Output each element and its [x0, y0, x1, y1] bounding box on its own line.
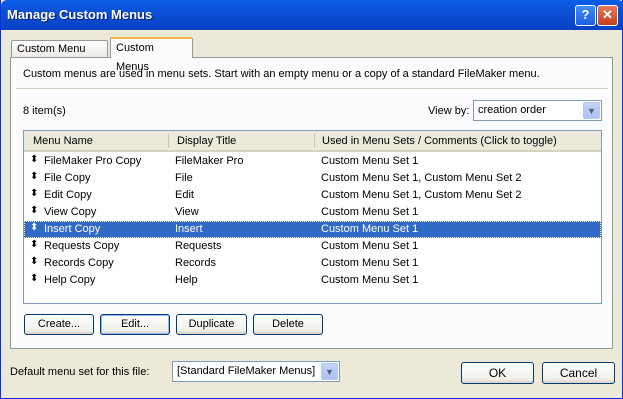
- edit-button[interactable]: Edit...: [100, 314, 170, 335]
- used-in-cell[interactable]: Custom Menu Set 1: [321, 223, 418, 235]
- used-in-cell[interactable]: Custom Menu Set 1: [321, 206, 418, 218]
- column-header-display-title[interactable]: Display Title: [177, 135, 236, 147]
- column-divider[interactable]: [168, 134, 169, 148]
- description-text: Custom menus are used in menu sets. Star…: [23, 68, 540, 80]
- display-title-cell: Records: [175, 257, 216, 269]
- table-row[interactable]: ⬍ Records Copy Records Custom Menu Set 1: [24, 255, 601, 272]
- view-by-value: creation order: [478, 104, 546, 116]
- display-title-cell: Requests: [175, 240, 222, 252]
- menu-name-cell: Records Copy: [44, 257, 114, 269]
- tab-custom-menu-sets[interactable]: Custom Menu Sets: [11, 40, 108, 72]
- drag-handle-icon[interactable]: ⬍: [30, 256, 38, 267]
- display-title-cell: File: [175, 172, 193, 184]
- divider: [16, 88, 608, 89]
- column-divider[interactable]: [314, 134, 315, 148]
- title-bar[interactable]: Manage Custom Menus ? ✕: [1, 0, 623, 30]
- drag-handle-icon[interactable]: ⬍: [30, 171, 38, 182]
- close-button[interactable]: ✕: [597, 5, 618, 26]
- drag-handle-icon[interactable]: ⬍: [30, 222, 38, 233]
- used-in-cell[interactable]: Custom Menu Set 1: [321, 155, 418, 167]
- table-row[interactable]: ⬍ FileMaker Pro Copy FileMaker Pro Custom M…: [24, 153, 601, 170]
- view-by-label: View by:: [428, 105, 470, 117]
- menu-name-cell: View Copy: [44, 206, 97, 218]
- used-in-cell[interactable]: Custom Menu Set 1: [321, 274, 418, 286]
- used-in-cell[interactable]: Custom Menu Set 1, Custom Menu Set 2: [321, 172, 522, 184]
- create-button[interactable]: Create...: [24, 314, 94, 335]
- list-header: Menu Name Display Title Used in Menu Set…: [24, 131, 601, 152]
- item-count: 8 item(s): [23, 105, 66, 117]
- display-title-cell: Help: [175, 274, 198, 286]
- menu-list[interactable]: Menu Name Display Title Used in Menu Set…: [23, 130, 602, 304]
- table-row[interactable]: ⬍ Help Copy Help Custom Menu Set 1: [24, 272, 601, 289]
- used-in-cell[interactable]: Custom Menu Set 1: [321, 240, 418, 252]
- display-title-cell: View: [175, 206, 199, 218]
- menu-name-cell: Insert Copy: [44, 223, 101, 235]
- column-header-used-in[interactable]: Used in Menu Sets / Comments (Click to t…: [322, 135, 557, 147]
- default-menu-set-value: [Standard FileMaker Menus]: [177, 365, 316, 377]
- view-by-select[interactable]: creation order ▼: [473, 100, 602, 121]
- window-title: Manage Custom Menus: [7, 7, 153, 22]
- menu-name-cell: Requests Copy: [44, 240, 120, 252]
- table-row[interactable]: ⬍ File Copy File Custom Menu Set 1, Custom …: [24, 170, 601, 187]
- table-row[interactable]: ⬍ Requests Copy Requests Custom Menu Set 1: [24, 238, 601, 255]
- display-title-cell: FileMaker Pro: [175, 155, 244, 167]
- chevron-down-icon[interactable]: ▼: [321, 363, 338, 380]
- display-title-cell: Insert: [175, 223, 203, 235]
- ok-button[interactable]: OK: [461, 362, 534, 384]
- drag-handle-icon[interactable]: ⬍: [30, 154, 38, 165]
- drag-handle-icon[interactable]: ⬍: [30, 239, 38, 250]
- menu-name-cell: Help Copy: [44, 274, 96, 286]
- tab-custom-menus[interactable]: Custom Menus: [110, 37, 193, 73]
- menu-name-cell: Edit Copy: [44, 189, 92, 201]
- default-menu-set-select[interactable]: [Standard FileMaker Menus] ▼: [172, 361, 340, 382]
- dialog-window: Manage Custom Menus ? ✕ Custom Menu Sets…: [0, 0, 623, 399]
- drag-handle-icon[interactable]: ⬍: [30, 273, 38, 284]
- drag-handle-icon[interactable]: ⬍: [30, 188, 38, 199]
- default-menu-set-label: Default menu set for this file:: [10, 366, 150, 378]
- help-button[interactable]: ?: [575, 5, 596, 26]
- delete-button[interactable]: Delete: [253, 314, 323, 335]
- drag-handle-icon[interactable]: ⬍: [30, 205, 38, 216]
- used-in-cell[interactable]: Custom Menu Set 1, Custom Menu Set 2: [321, 189, 522, 201]
- menu-name-cell: File Copy: [44, 172, 91, 184]
- cancel-button[interactable]: Cancel: [542, 362, 615, 384]
- table-row[interactable]: ⬍ Insert Copy Insert Custom Menu Set 1: [24, 221, 601, 238]
- chevron-down-icon[interactable]: ▼: [583, 102, 600, 119]
- duplicate-button[interactable]: Duplicate: [176, 314, 247, 335]
- table-row[interactable]: ⬍ Edit Copy Edit Custom Menu Set 1, Custom …: [24, 187, 601, 204]
- used-in-cell[interactable]: Custom Menu Set 1: [321, 257, 418, 269]
- display-title-cell: Edit: [175, 189, 194, 201]
- menu-name-cell: FileMaker Pro Copy: [44, 155, 142, 167]
- table-row[interactable]: ⬍ View Copy View Custom Menu Set 1: [24, 204, 601, 221]
- column-header-menu-name[interactable]: Menu Name: [33, 135, 93, 147]
